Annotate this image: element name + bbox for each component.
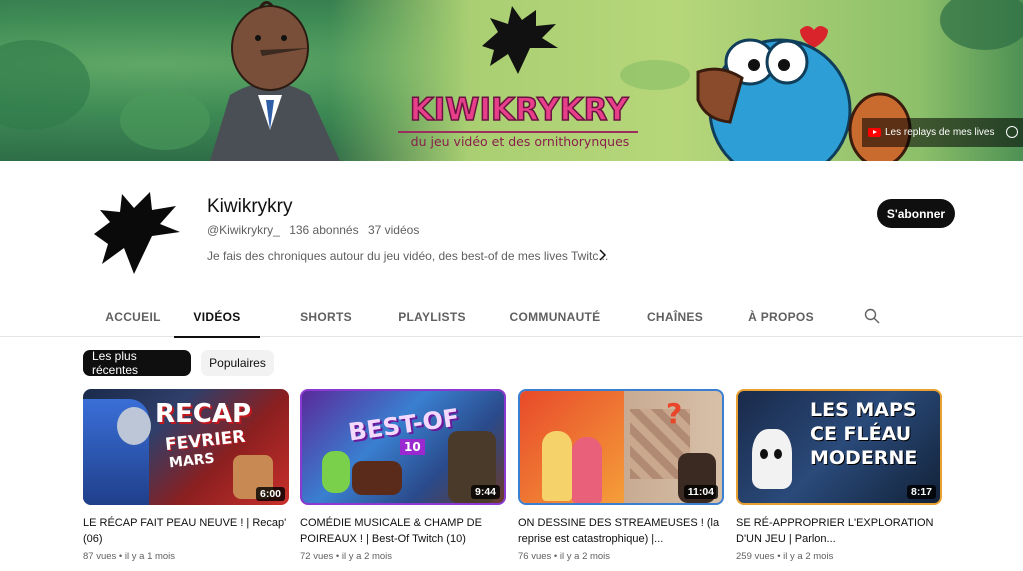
thumb-text: 10 (400, 439, 425, 455)
tab-accueil[interactable]: ACCUEIL (92, 296, 174, 337)
tab-shorts[interactable]: SHORTS (283, 296, 369, 337)
tab-chaines[interactable]: CHAÎNES (632, 296, 718, 337)
search-icon[interactable] (864, 308, 880, 324)
banner-live-link-label: Les replays de mes lives (885, 127, 995, 138)
video-meta: 259 vues • il y a 2 mois (736, 551, 834, 562)
video-thumbnail[interactable]: RECAP FEVRIER MARS 6:00 (83, 389, 289, 505)
video-views: 76 vues (518, 551, 552, 562)
banner-subtitle: du jeu vidéo et des ornithorynques (410, 134, 630, 149)
tab-a-propos[interactable]: À PROPOS (738, 296, 824, 337)
video-card[interactable]: BEST-OF 10 9:44 COMÉDIE MUSICALE & CHAMP… (300, 389, 506, 562)
video-meta: 87 vues • il y a 1 mois (83, 551, 176, 562)
video-card[interactable]: RECAP FEVRIER MARS 6:00 LE RÉCAP FAIT PE… (83, 389, 289, 562)
tab-communaute[interactable]: COMMUNAUTÉ (502, 296, 608, 337)
video-thumbnail[interactable]: LES MAPS CE FLÉAU MODERNE 8:17 (736, 389, 942, 505)
channel-avatar (94, 192, 180, 274)
banner-divider (398, 131, 638, 133)
channel-handle: @Kiwikrykry_ (207, 223, 280, 237)
video-count: 37 vidéos (367, 223, 420, 237)
video-title[interactable]: ON DESSINE DES STREAMEUSES ! (la reprise… (518, 515, 724, 547)
banner-title: KIWIKRYKRY (409, 91, 629, 129)
video-meta: 76 vues • il y a 2 mois (518, 551, 611, 562)
chevron-right-icon[interactable] (596, 248, 610, 262)
video-title[interactable]: SE RÉ-APPROPRIER L'EXPLORATION D'UN JEU … (736, 515, 942, 547)
video-card[interactable]: ? 11:04 ON DESSINE DES STREAMEUSES ! (la… (518, 389, 724, 562)
video-title[interactable]: LE RÉCAP FAIT PEAU NEUVE ! | Recap' (06) (83, 515, 289, 547)
thumb-text: MODERNE (810, 447, 918, 469)
video-duration: 11:04 (683, 485, 718, 499)
channel-banner: KIWIKRYKRY du jeu vidéo et des ornithory… (0, 0, 1023, 161)
bird-character-illustration (210, 1, 340, 161)
video-views: 72 vues (300, 551, 334, 562)
banner-live-replays-link[interactable]: Les replays de mes lives (862, 118, 1023, 147)
tab-videos[interactable]: VIDÉOS (174, 296, 260, 338)
video-age: il y a 2 mois (341, 551, 393, 562)
video-thumbnail[interactable]: BEST-OF 10 9:44 (300, 389, 506, 505)
chip-popular[interactable]: Populaires (201, 350, 274, 376)
thumb-text: MARS (168, 450, 216, 472)
video-views: 87 vues (83, 551, 117, 562)
thumb-text: ? (666, 397, 683, 430)
video-duration: 9:44 (470, 485, 500, 499)
video-duration: 8:17 (906, 485, 936, 499)
chip-most-recent[interactable]: Les plus récentes (83, 349, 191, 377)
thumb-text: RECAP (155, 399, 252, 429)
video-meta: 72 vues • il y a 2 mois (300, 551, 393, 562)
youtube-icon (868, 128, 881, 137)
channel-name: Kiwikrykry (207, 196, 293, 217)
video-views: 259 vues (736, 551, 775, 562)
video-age: il y a 2 mois (783, 551, 834, 562)
video-age: il y a 2 mois (559, 551, 611, 562)
hair-logo-illustration (482, 6, 558, 74)
thumb-text: LES MAPS (810, 399, 917, 421)
video-duration: 6:00 (255, 487, 285, 501)
subscribe-button[interactable]: S'abonner (877, 199, 955, 228)
video-age: il y a 1 mois (124, 551, 176, 562)
channel-meta: @Kiwikrykry_ 136 abonnés 37 vidéos (207, 223, 425, 237)
video-card[interactable]: LES MAPS CE FLÉAU MODERNE 8:17 SE RÉ-APP… (736, 389, 942, 562)
subscriber-count: 136 abonnés (289, 223, 359, 237)
channel-description[interactable]: Je fais des chroniques autour du jeu vid… (207, 249, 608, 263)
video-thumbnail[interactable]: ? 11:04 (518, 389, 724, 505)
thumb-text: CE FLÉAU (810, 423, 912, 445)
video-title[interactable]: COMÉDIE MUSICALE & CHAMP DE POIREAUX ! |… (300, 515, 506, 547)
globe-icon[interactable] (1006, 126, 1018, 138)
tab-playlists[interactable]: PLAYLISTS (385, 296, 479, 337)
